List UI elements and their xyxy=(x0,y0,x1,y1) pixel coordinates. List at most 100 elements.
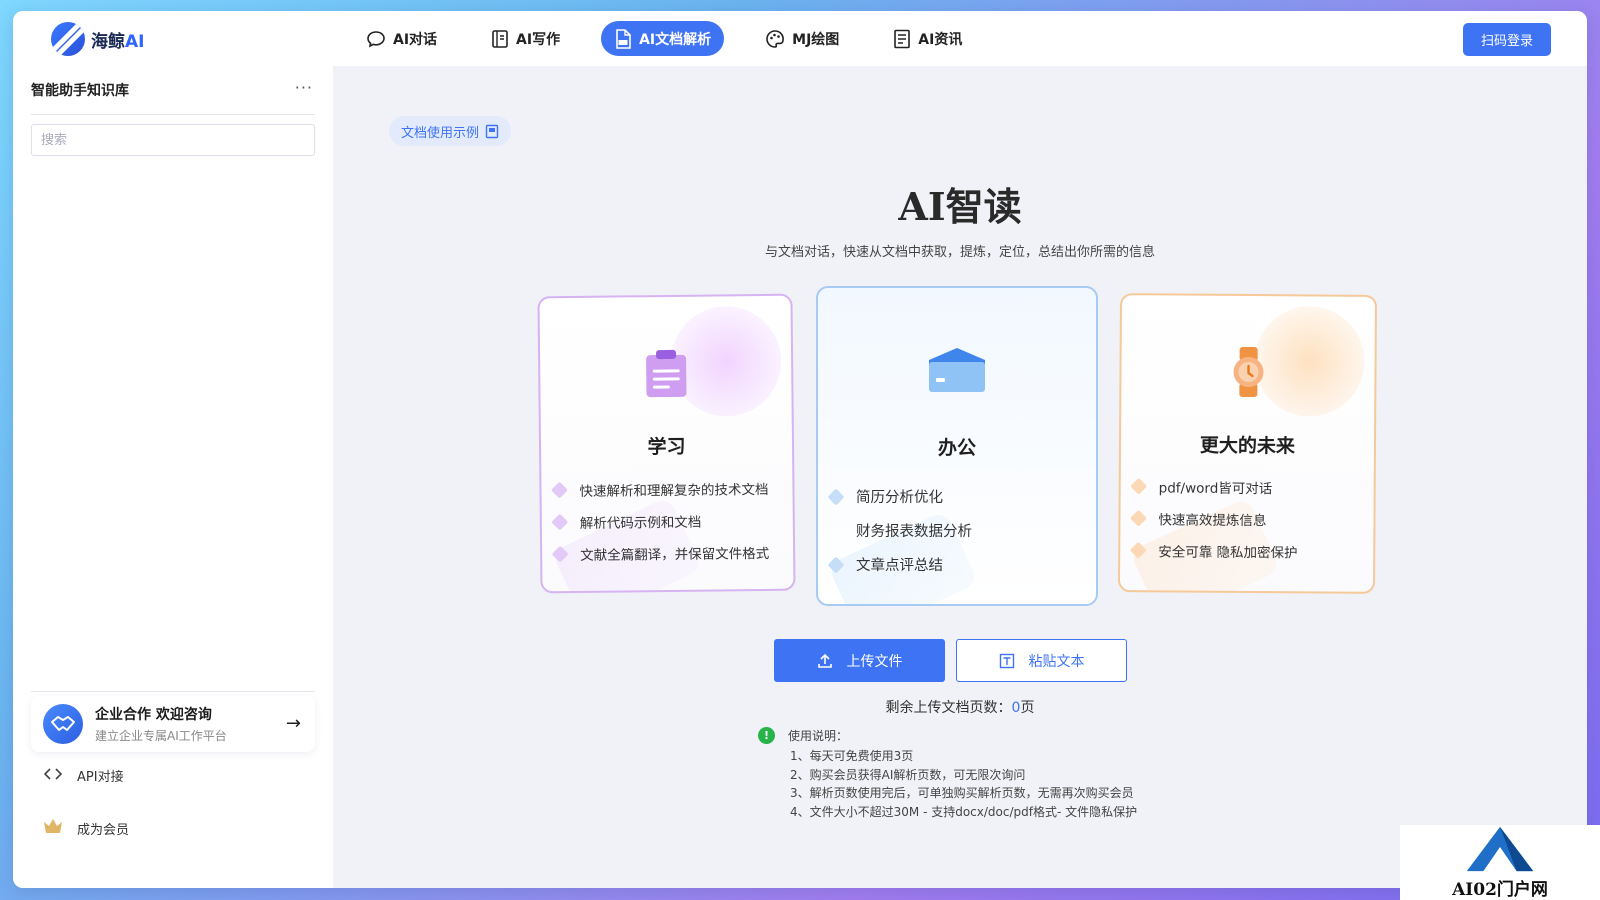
item-text: 财务报表数据分析 xyxy=(856,524,972,540)
chip-label: 文档使用示例 xyxy=(401,125,480,141)
notes-header: ! 使用说明： xyxy=(758,727,1137,744)
usage-notes: ! 使用说明： 1、每天可免费使用3页 2、购买会员获得AI解析页数，可无限次询… xyxy=(758,727,1137,821)
api-icon xyxy=(43,767,63,785)
watch-icon xyxy=(1230,346,1266,402)
remaining-unit: 页 xyxy=(1020,700,1035,716)
nav-ai-doc-parse[interactable]: AI文档解析 xyxy=(601,21,725,56)
diamond-bullet-icon xyxy=(550,481,568,499)
app-window: 海鲸AI AI对话 AI写作 AI文档解析 MJ绘图 AI资讯 扫码登录 智能助… xyxy=(13,11,1587,888)
arrow-right-icon: → xyxy=(285,713,301,734)
item-text: 快速解析和理解复杂的技术文档 xyxy=(579,481,769,500)
main-content: 文档使用示例 AI智读 与文档对话，快速从文档中获取，提炼，定位，总结出你所需的… xyxy=(333,66,1587,888)
watermark: AI02门户网 xyxy=(1400,825,1600,900)
more-icon[interactable]: ··· xyxy=(295,78,313,97)
main-nav: AI对话 AI写作 AI文档解析 MJ绘图 AI资讯 xyxy=(353,21,1003,56)
item-text: 简历分析优化 xyxy=(856,490,943,506)
list-item: 4、文件大小不超过30M - 支持docx/doc/pdf格式- 文件隐私保护 xyxy=(790,804,1138,819)
chat-icon xyxy=(367,30,385,47)
list-item: 文献全篇翻译，并保留文件格式 xyxy=(551,542,785,564)
upload-icon xyxy=(817,653,832,668)
diamond-bullet-icon xyxy=(1129,509,1147,527)
paste-text-button[interactable]: 粘贴文本 xyxy=(956,639,1127,682)
nav-label: MJ绘图 xyxy=(792,31,840,48)
text-box-icon xyxy=(999,653,1014,668)
folder-icon xyxy=(927,346,987,398)
kb-title: 智能助手知识库 xyxy=(31,83,129,99)
card-title: 学习 xyxy=(647,435,686,459)
palette-icon xyxy=(766,29,785,48)
logo-mark-icon xyxy=(51,22,85,56)
item-text: 文献全篇翻译，并保留文件格式 xyxy=(580,545,770,564)
promo-text: 企业合作 欢迎咨询 建立企业专属AI工作平台 xyxy=(95,704,227,744)
item-text: 文章点评总结 xyxy=(856,558,943,574)
document-icon xyxy=(485,124,499,138)
nav-label: AI资讯 xyxy=(918,31,963,48)
list-item: 快速高效提炼信息 xyxy=(1129,508,1365,530)
nav-label: AI文档解析 xyxy=(639,31,712,48)
news-icon xyxy=(894,29,911,48)
card-title: 更大的未来 xyxy=(1199,434,1296,458)
feature-card-office: 办公 简历分析优化 财务报表数据分析 文章点评总结 xyxy=(816,286,1098,606)
handshake-icon xyxy=(43,704,83,744)
notes-title: 使用说明： xyxy=(788,729,849,743)
list-item: 快速解析和理解复杂的技术文档 xyxy=(550,478,784,500)
pdf-icon xyxy=(616,28,631,49)
card-feature-list: 简历分析优化 财务报表数据分析 文章点评总结 xyxy=(827,486,1088,588)
notes-list: 1、每天可免费使用3页 2、购买会员获得AI解析页数，可无限次询问 3、解析页数… xyxy=(790,747,1137,821)
list-item: 文章点评总结 xyxy=(827,554,1088,575)
list-item: 3、解析页数使用完后，可单独购买解析页数，无需再次购买会员 xyxy=(790,786,1134,800)
promo-subtitle: 建立企业专属AI工作平台 xyxy=(95,729,227,743)
promo-title: 企业合作 欢迎咨询 xyxy=(95,707,212,723)
sidebar: 智能助手知识库 ··· 企业合作 欢迎咨询 建立企业专属AI工作平台 → API… xyxy=(13,66,333,888)
list-item: 财务报表数据分析 xyxy=(830,520,1088,541)
list-item: pdf/word皆可对话 xyxy=(1130,476,1366,498)
sidebar-item-label: 成为会员 xyxy=(77,822,130,838)
divider xyxy=(31,114,315,115)
remaining-label: 剩余上传文档页数： xyxy=(885,700,1012,716)
button-label: 上传文件 xyxy=(846,653,903,670)
diamond-bullet-icon xyxy=(828,522,845,539)
nav-ai-news[interactable]: AI资讯 xyxy=(880,21,975,56)
nav-ai-writing[interactable]: AI写作 xyxy=(478,21,573,56)
sidebar-item-api[interactable]: API对接 xyxy=(43,766,124,785)
diamond-bullet-icon xyxy=(551,545,569,563)
clipboard-icon xyxy=(644,349,689,403)
diamond-bullet-icon xyxy=(1129,541,1147,559)
item-text: 解析代码示例和文档 xyxy=(579,514,702,532)
nav-label: AI写作 xyxy=(516,31,561,48)
sidebar-item-membership[interactable]: 成为会员 xyxy=(43,818,129,838)
card-glow xyxy=(1254,306,1365,417)
remaining-pages: 剩余上传文档页数：0页 xyxy=(333,697,1587,717)
upload-file-button[interactable]: 上传文件 xyxy=(774,639,945,682)
doc-example-chip[interactable]: 文档使用示例 xyxy=(389,116,512,146)
item-text: pdf/word皆可对话 xyxy=(1158,480,1273,498)
list-item: 2、购买会员获得AI解析页数，可无限次询问 xyxy=(790,767,1026,782)
watermark-logo-icon xyxy=(1466,826,1534,872)
top-header: 海鲸AI AI对话 AI写作 AI文档解析 MJ绘图 AI资讯 扫码登录 xyxy=(13,11,1587,66)
list-item: 安全可靠 隐私加密保护 xyxy=(1129,540,1365,562)
diamond-bullet-icon xyxy=(1130,477,1148,495)
list-item: 简历分析优化 xyxy=(827,486,1088,507)
nav-mj-drawing[interactable]: MJ绘图 xyxy=(752,21,852,56)
logo[interactable]: 海鲸AI xyxy=(51,22,144,56)
diamond-bullet-icon xyxy=(827,488,845,505)
notebook-icon xyxy=(492,29,508,48)
diamond-bullet-icon xyxy=(551,513,569,531)
info-icon: ! xyxy=(758,727,775,744)
page-subtitle: 与文档对话，快速从文档中获取，提炼，定位，总结出你所需的信息 xyxy=(764,245,1155,260)
divider xyxy=(31,691,315,692)
list-item: 解析代码示例和文档 xyxy=(551,510,785,532)
search-input[interactable] xyxy=(31,124,315,156)
watermark-text: AI02门户网 xyxy=(1452,880,1548,900)
card-feature-list: pdf/word皆可对话 快速高效提炼信息 安全可靠 隐私加密保护 xyxy=(1129,476,1366,574)
card-feature-list: 快速解析和理解复杂的技术文档 解析代码示例和文档 文献全篇翻译，并保留文件格式 xyxy=(550,478,785,576)
enterprise-promo-card[interactable]: 企业合作 欢迎咨询 建立企业专属AI工作平台 → xyxy=(31,696,315,752)
nav-label: AI对话 xyxy=(393,31,438,48)
qr-login-button[interactable]: 扫码登录 xyxy=(1463,23,1551,56)
sidebar-item-label: API对接 xyxy=(77,770,124,785)
page-title: AI智读 xyxy=(898,184,1022,229)
logo-text: 海鲸AI xyxy=(91,27,144,52)
item-text: 快速高效提炼信息 xyxy=(1158,512,1267,530)
list-item: 1、每天可免费使用3页 xyxy=(790,749,914,763)
nav-ai-chat[interactable]: AI对话 xyxy=(353,21,450,56)
